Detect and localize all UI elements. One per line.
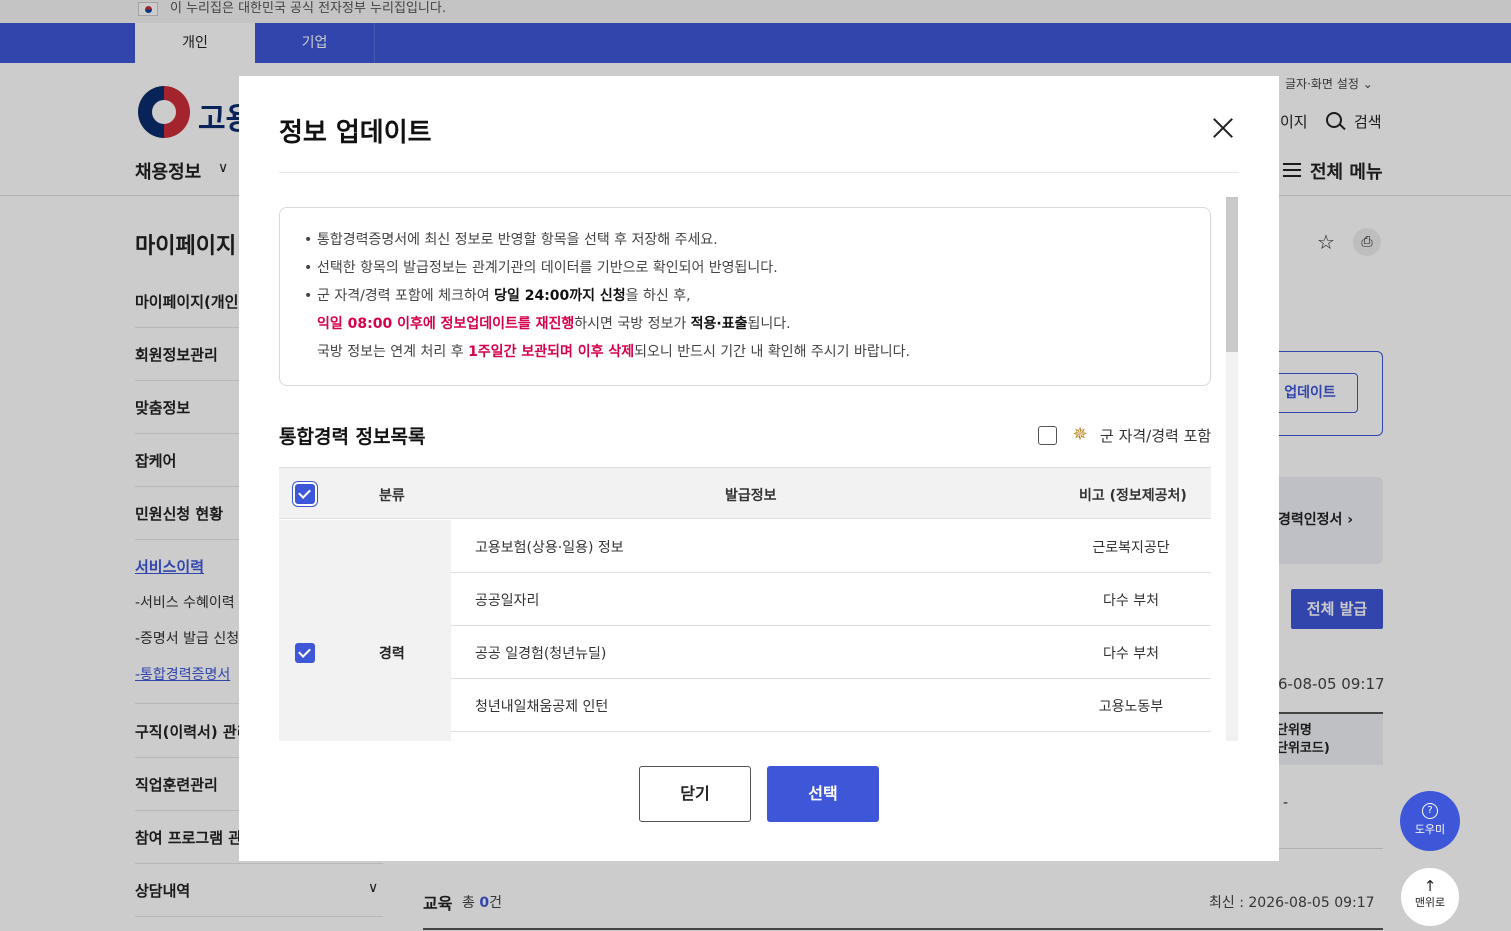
modal-title: 정보 업데이트 [279,118,432,148]
modal-scroll-area[interactable]: • 통합경력증명서에 최신 정보로 반영할 항목을 선택 후 저장해 주세요. •… [279,196,1239,741]
career-list-title: 통합경력 정보목록 [279,426,426,448]
table-row: 공공일자리 다수 부처 [451,573,1211,626]
category-label: 경력 [379,646,405,662]
header-category: 분류 [379,488,405,504]
notice-text: 을 하신 후, [625,288,691,304]
scroll-top-label: 맨위로 [1414,896,1446,909]
row-info: 고용보험(상용·일용) 정보 [475,540,624,556]
notice-text: 하시면 국방 정보가 [574,316,691,332]
category-cell: 경력 [279,520,451,741]
close-icon[interactable] [1209,114,1237,142]
notice-text: 통합경력증명서에 최신 정보로 반영할 항목을 선택 후 저장해 주세요. [317,232,718,248]
scroll-top-button[interactable]: ↑ 맨위로 [1400,867,1460,927]
modal-header-divider [279,172,1239,173]
notice-text: 군 자격/경력 포함에 체크하여 [317,288,495,304]
notice-highlight: 익일 08:00 이후에 정보업데이트를 재진행 [317,316,575,332]
row-info: 청년내일채움공제 인턴 [475,699,609,715]
notice-emphasis: 당일 24:00까지 신청 [494,288,626,304]
table-row: 공공 일경험(청년뉴딜) 다수 부처 [451,626,1211,679]
notice-text: 되오니 반드시 기간 내 확인해 주시기 바랍니다. [634,344,910,360]
notice-box: • 통합경력증명서에 최신 정보로 반영할 항목을 선택 후 저장해 주세요. •… [279,207,1211,386]
table-header-row: 분류 발급정보 비고 (정보제공처) [279,467,1211,519]
arrow-up-icon: ↑ [1423,877,1437,895]
row-provider: 근로복지공단 [1092,540,1170,556]
header-issue-info: 발급정보 [725,488,777,504]
header-provider: 비고 (정보제공처) [1079,488,1187,504]
military-include-label[interactable]: 군 자격/경력 포함 [1100,425,1211,446]
row-provider: 고용노동부 [1098,699,1164,715]
row-provider: 다수 부처 [1103,646,1159,662]
select-button[interactable]: 선택 [767,766,879,822]
row-info: 공공 일경험(청년뉴딜) [475,646,607,662]
help-label: 도우미 [1414,823,1446,836]
help-button[interactable]: ? 도우미 [1400,791,1460,851]
modal-scrollbar-thumb[interactable] [1226,197,1238,352]
notice-line: 국방 정보는 연계 처리 후 1주일간 보관되며 이후 삭제되오니 반드시 기간… [304,338,1186,366]
select-all-checkbox[interactable] [295,484,315,504]
table-row: 청년내일채움공제 인턴 고용노동부 [451,679,1211,732]
notice-line: • 통합경력증명서에 최신 정보로 반영할 항목을 선택 후 저장해 주세요. [304,226,1186,254]
military-include-checkbox[interactable] [1038,426,1057,445]
bullet-icon: • [304,260,313,276]
military-emblem-icon: ✵ [1072,424,1088,445]
notice-emphasis: 적용·표출 [690,316,748,332]
notice-text: 선택한 항목의 발급정보는 관계기관의 데이터를 기반으로 확인되어 반영됩니다… [317,260,778,276]
table-row: 고용보험(상용·일용) 정보 근로복지공단 [451,520,1211,573]
notice-line: • 군 자격/경력 포함에 체크하여 당일 24:00까지 신청을 하신 후, [304,282,1186,310]
bullet-icon: • [304,232,313,248]
info-update-modal: 정보 업데이트 • 통합경력증명서에 최신 정보로 반영할 항목을 선택 후 저장… [239,76,1279,861]
help-icon: ? [1422,803,1438,819]
close-button[interactable]: 닫기 [639,766,751,822]
bullet-icon: • [304,288,313,304]
notice-line: • 선택한 항목의 발급정보는 관계기관의 데이터를 기반으로 확인되어 반영됩니… [304,254,1186,282]
row-info: 공공일자리 [475,593,540,609]
notice-text: 됩니다. [747,316,791,332]
notice-line: 익일 08:00 이후에 정보업데이트를 재진행하시면 국방 정보가 적용·표출… [304,310,1186,338]
notice-text: 국방 정보는 연계 처리 후 [317,344,469,360]
category-checkbox[interactable] [295,643,315,663]
notice-highlight: 1주일간 보관되며 이후 삭제 [468,344,635,360]
row-provider: 다수 부처 [1103,593,1159,609]
